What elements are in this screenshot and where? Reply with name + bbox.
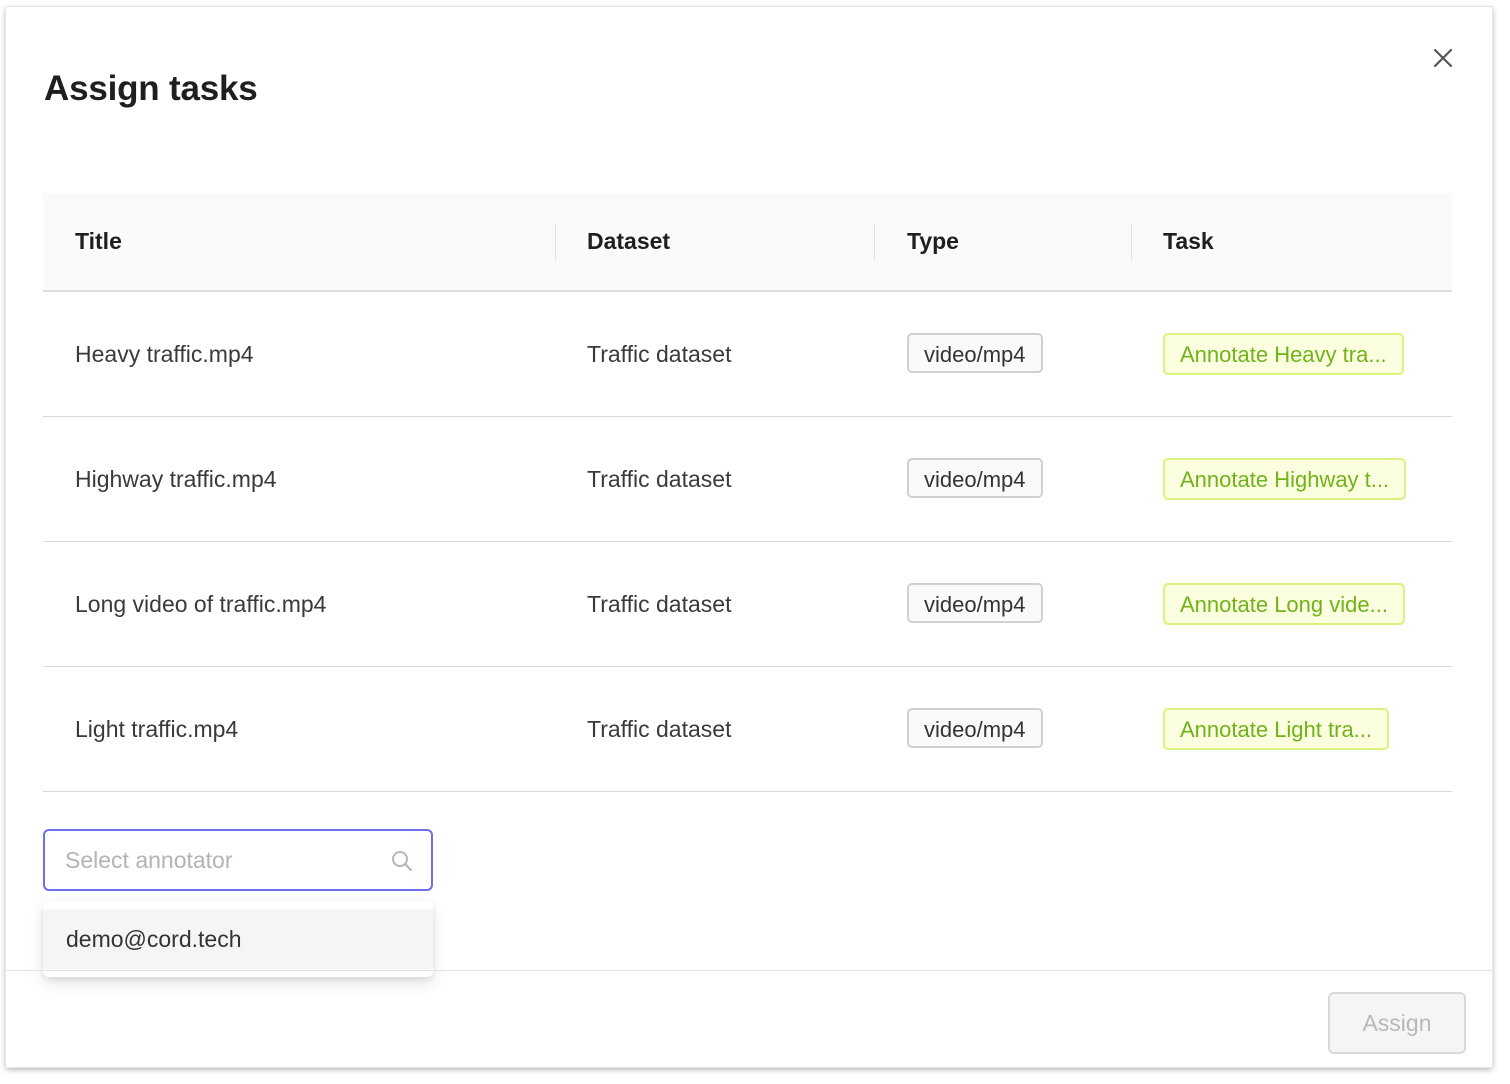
column-header-title: Title — [75, 228, 122, 254]
task-tag[interactable]: Annotate Highway t... — [1163, 458, 1407, 500]
row-dataset: Traffic dataset — [587, 466, 732, 492]
annotator-option[interactable]: demo@cord.tech — [43, 909, 433, 969]
modal-title: Assign tasks — [44, 69, 258, 108]
close-button[interactable] — [1430, 45, 1456, 71]
column-divider — [555, 223, 556, 261]
table-row: Heavy traffic.mp4 Traffic dataset video/… — [43, 292, 1452, 417]
search-icon — [390, 849, 414, 878]
type-tag: video/mp4 — [907, 583, 1043, 623]
type-tag: video/mp4 — [907, 458, 1043, 498]
task-tag[interactable]: Annotate Long vide... — [1163, 583, 1405, 625]
annotator-dropdown: demo@cord.tech — [43, 901, 433, 977]
tasks-table: Title Dataset Type Task Heavy traffic.mp… — [43, 193, 1452, 792]
row-dataset: Traffic dataset — [587, 341, 732, 367]
row-title: Light traffic.mp4 — [75, 716, 239, 742]
annotator-select[interactable] — [43, 829, 433, 891]
table-row: Long video of traffic.mp4 Traffic datase… — [43, 542, 1452, 667]
assign-tasks-modal: Assign tasks Title Dataset Type Task Hea… — [6, 7, 1492, 1067]
column-divider — [874, 223, 875, 261]
type-tag: video/mp4 — [907, 708, 1043, 748]
table-row: Highway traffic.mp4 Traffic dataset vide… — [43, 417, 1452, 542]
assign-button[interactable]: Assign — [1328, 992, 1466, 1054]
row-title: Highway traffic.mp4 — [75, 466, 277, 492]
table-header: Title Dataset Type Task — [43, 193, 1452, 292]
row-title: Long video of traffic.mp4 — [75, 591, 327, 617]
row-dataset: Traffic dataset — [587, 716, 732, 742]
task-tag[interactable]: Annotate Light tra... — [1163, 708, 1390, 750]
column-divider — [1131, 223, 1132, 261]
annotator-search-input[interactable] — [65, 831, 365, 889]
task-tag[interactable]: Annotate Heavy tra... — [1163, 333, 1404, 375]
type-tag: video/mp4 — [907, 333, 1043, 373]
close-icon — [1433, 48, 1453, 68]
table-row: Light traffic.mp4 Traffic dataset video/… — [43, 667, 1452, 792]
row-dataset: Traffic dataset — [587, 591, 732, 617]
column-header-dataset: Dataset — [587, 228, 671, 254]
footer-divider — [6, 970, 1492, 971]
column-header-task: Task — [1163, 228, 1214, 254]
column-header-type: Type — [907, 228, 959, 254]
row-title: Heavy traffic.mp4 — [75, 341, 254, 367]
